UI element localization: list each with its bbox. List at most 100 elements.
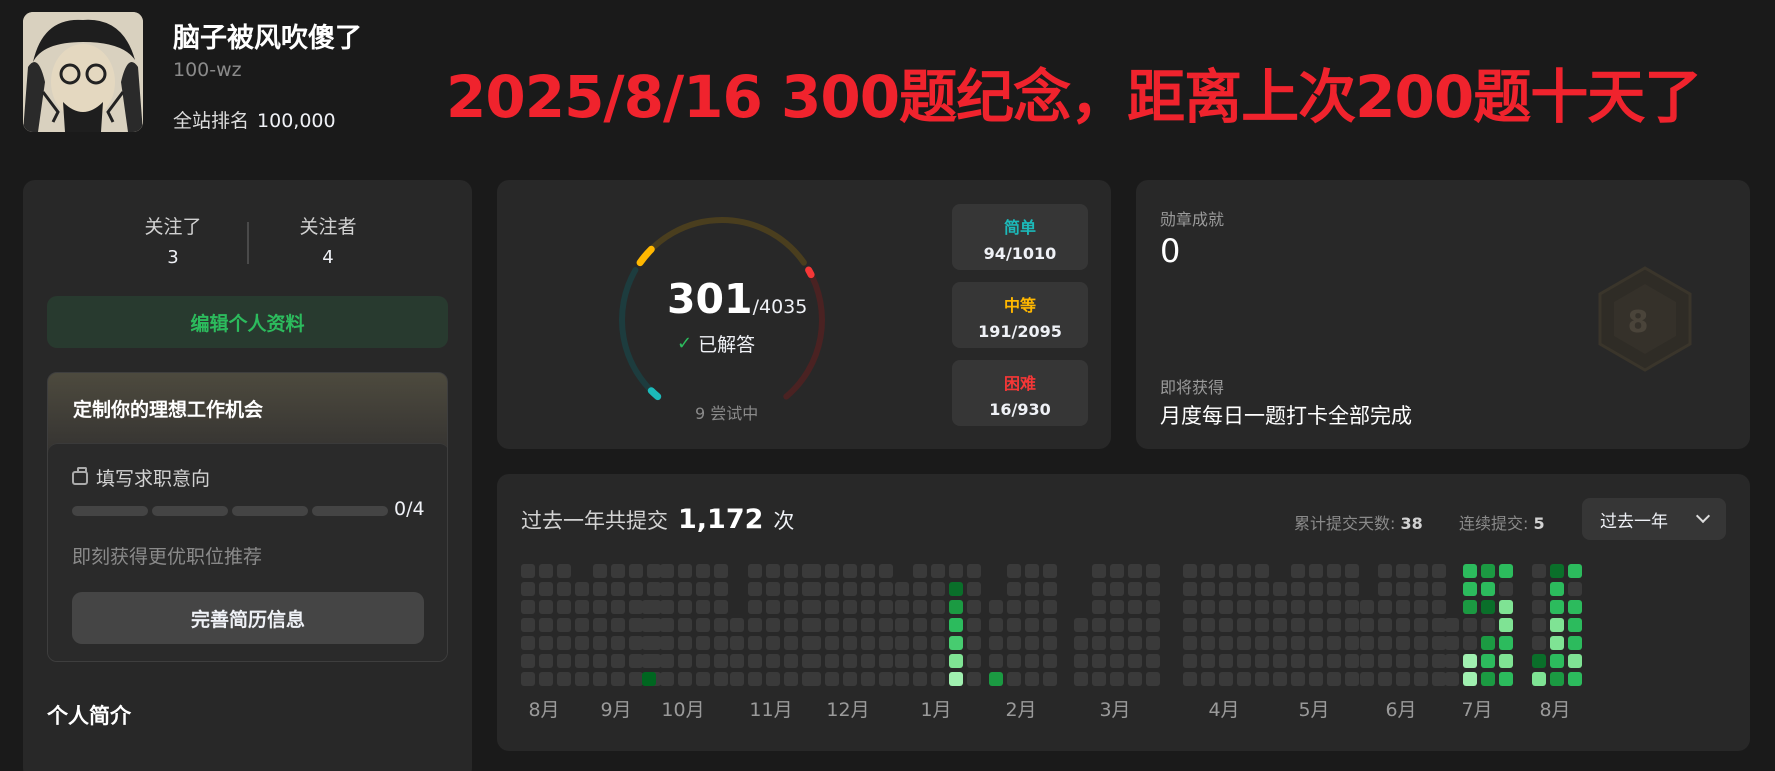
heatmap-day-cell[interactable] (1201, 564, 1215, 578)
heatmap-day-cell[interactable] (1396, 600, 1410, 614)
heatmap-day-cell[interactable] (642, 600, 656, 614)
heatmap-day-cell[interactable] (730, 618, 744, 632)
heatmap-day-cell[interactable] (784, 600, 798, 614)
heatmap-day-cell[interactable] (807, 672, 821, 686)
heatmap-day-cell[interactable] (1201, 654, 1215, 668)
heatmap-day-cell[interactable] (766, 636, 780, 650)
heatmap-day-cell[interactable] (1568, 654, 1582, 668)
heatmap-day-cell[interactable] (949, 672, 963, 686)
heatmap-day-cell[interactable] (807, 564, 821, 578)
heatmap-day-cell[interactable] (629, 600, 643, 614)
heatmap-day-cell[interactable] (629, 564, 643, 578)
heatmap-day-cell[interactable] (1360, 618, 1374, 632)
heatmap-day-cell[interactable] (642, 618, 656, 632)
heatmap-day-cell[interactable] (1432, 654, 1446, 668)
heatmap-day-cell[interactable] (1532, 654, 1546, 668)
heatmap-day-cell[interactable] (1568, 672, 1582, 686)
heatmap-day-cell[interactable] (1146, 636, 1160, 650)
heatmap-day-cell[interactable] (807, 636, 821, 650)
heatmap-day-cell[interactable] (1183, 654, 1197, 668)
heatmap-day-cell[interactable] (521, 672, 535, 686)
heatmap-day-cell[interactable] (1092, 564, 1106, 578)
heatmap-day-cell[interactable] (843, 582, 857, 596)
heatmap-day-cell[interactable] (913, 564, 927, 578)
heatmap-day-cell[interactable] (575, 600, 589, 614)
heatmap-day-cell[interactable] (1463, 636, 1477, 650)
heatmap-day-cell[interactable] (1128, 654, 1142, 668)
heatmap-day-cell[interactable] (879, 654, 893, 668)
heatmap-day-cell[interactable] (1463, 672, 1477, 686)
heatmap-day-cell[interactable] (1345, 582, 1359, 596)
heatmap-day-cell[interactable] (557, 564, 571, 578)
upcoming-badge-icon[interactable]: 8 (1590, 264, 1700, 374)
heatmap-day-cell[interactable] (748, 582, 762, 596)
heatmap-day-cell[interactable] (931, 564, 945, 578)
heatmap-day-cell[interactable] (1345, 600, 1359, 614)
heatmap-day-cell[interactable] (642, 654, 656, 668)
heatmap-day-cell[interactable] (1432, 600, 1446, 614)
heatmap-day-cell[interactable] (843, 564, 857, 578)
heatmap-day-cell[interactable] (1414, 672, 1428, 686)
heatmap-day-cell[interactable] (1183, 672, 1197, 686)
heatmap-day-cell[interactable] (1463, 564, 1477, 578)
heatmap-day-cell[interactable] (1219, 564, 1233, 578)
heatmap-day-cell[interactable] (1092, 582, 1106, 596)
heatmap-day-cell[interactable] (1414, 600, 1428, 614)
heatmap-day-cell[interactable] (1291, 636, 1305, 650)
heatmap-day-cell[interactable] (807, 600, 821, 614)
heatmap-day-cell[interactable] (1273, 672, 1287, 686)
heatmap-day-cell[interactable] (1432, 564, 1446, 578)
heatmap-day-cell[interactable] (1237, 600, 1251, 614)
heatmap-day-cell[interactable] (1345, 654, 1359, 668)
heatmap-day-cell[interactable] (1360, 636, 1374, 650)
heatmap-day-cell[interactable] (1414, 654, 1428, 668)
heatmap-day-cell[interactable] (748, 600, 762, 614)
heatmap-day-cell[interactable] (931, 582, 945, 596)
heatmap-day-cell[interactable] (861, 636, 875, 650)
heatmap-day-cell[interactable] (967, 618, 981, 632)
heatmap-day-cell[interactable] (879, 564, 893, 578)
heatmap-day-cell[interactable] (913, 636, 927, 650)
heatmap-day-cell[interactable] (1043, 654, 1057, 668)
heatmap-day-cell[interactable] (1396, 654, 1410, 668)
heatmap-day-cell[interactable] (1568, 600, 1582, 614)
heatmap-day-cell[interactable] (1183, 564, 1197, 578)
heatmap-day-cell[interactable] (879, 600, 893, 614)
heatmap-day-cell[interactable] (967, 654, 981, 668)
heatmap-day-cell[interactable] (1255, 600, 1269, 614)
heatmap-day-cell[interactable] (1092, 600, 1106, 614)
heatmap-day-cell[interactable] (730, 654, 744, 668)
following-stat[interactable]: 关注了 3 (113, 212, 233, 268)
heatmap-day-cell[interactable] (557, 582, 571, 596)
heatmap-day-cell[interactable] (879, 618, 893, 632)
heatmap-day-cell[interactable] (1128, 582, 1142, 596)
heatmap-day-cell[interactable] (593, 582, 607, 596)
heatmap-day-cell[interactable] (611, 582, 625, 596)
heatmap-day-cell[interactable] (696, 618, 710, 632)
heatmap-day-cell[interactable] (1396, 564, 1410, 578)
heatmap-day-cell[interactable] (714, 600, 728, 614)
heatmap-day-cell[interactable] (678, 618, 692, 632)
heatmap-day-cell[interactable] (1568, 582, 1582, 596)
heatmap-day-cell[interactable] (1025, 654, 1039, 668)
heatmap-day-cell[interactable] (1201, 618, 1215, 632)
heatmap-day-cell[interactable] (861, 600, 875, 614)
heatmap-day-cell[interactable] (1255, 582, 1269, 596)
heatmap-day-cell[interactable] (1183, 636, 1197, 650)
heatmap-day-cell[interactable] (1291, 564, 1305, 578)
heatmap-day-cell[interactable] (1550, 618, 1564, 632)
heatmap-day-cell[interactable] (1309, 636, 1323, 650)
heatmap-day-cell[interactable] (1201, 600, 1215, 614)
heatmap-day-cell[interactable] (1291, 582, 1305, 596)
heatmap-day-cell[interactable] (1445, 618, 1459, 632)
heatmap-day-cell[interactable] (593, 564, 607, 578)
heatmap-day-cell[interactable] (1092, 636, 1106, 650)
heatmap-day-cell[interactable] (539, 600, 553, 614)
heatmap-day-cell[interactable] (784, 564, 798, 578)
difficulty-medium[interactable]: 中等 191/2095 (952, 282, 1088, 348)
heatmap-day-cell[interactable] (1237, 564, 1251, 578)
heatmap-day-cell[interactable] (557, 654, 571, 668)
heatmap-day-cell[interactable] (766, 600, 780, 614)
heatmap-day-cell[interactable] (539, 672, 553, 686)
heatmap-day-cell[interactable] (1309, 600, 1323, 614)
